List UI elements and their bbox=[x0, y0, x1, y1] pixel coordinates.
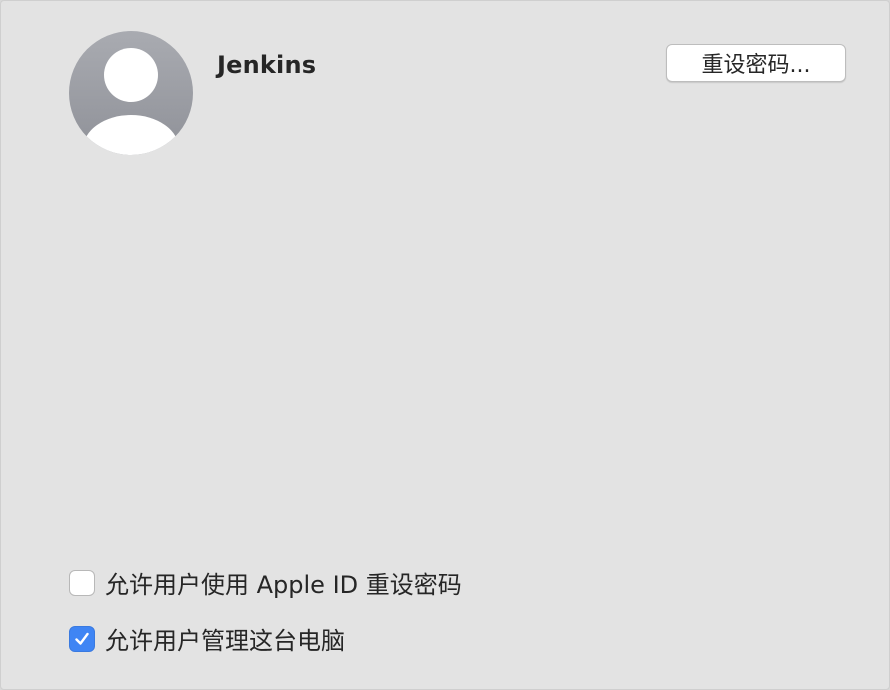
user-silhouette-icon bbox=[69, 31, 193, 155]
checkmark-icon bbox=[75, 632, 89, 645]
allow-apple-id-reset-option[interactable]: 允许用户使用 Apple ID 重设密码 bbox=[69, 565, 462, 600]
allow-admin-label: 允许用户管理这台电脑 bbox=[105, 627, 345, 655]
user-settings-pane: Jenkins 重设密码... 允许用户使用 Apple ID 重设密码 允许用… bbox=[0, 0, 890, 690]
allow-apple-id-reset-checkbox[interactable] bbox=[69, 569, 95, 596]
reset-password-button[interactable]: 重设密码... bbox=[666, 44, 846, 82]
allow-admin-option[interactable]: 允许用户管理这台电脑 bbox=[69, 621, 345, 656]
user-name: Jenkins bbox=[217, 51, 317, 79]
user-avatar[interactable] bbox=[69, 31, 193, 155]
allow-admin-checkbox[interactable] bbox=[69, 625, 95, 652]
allow-apple-id-reset-label: 允许用户使用 Apple ID 重设密码 bbox=[105, 571, 462, 599]
